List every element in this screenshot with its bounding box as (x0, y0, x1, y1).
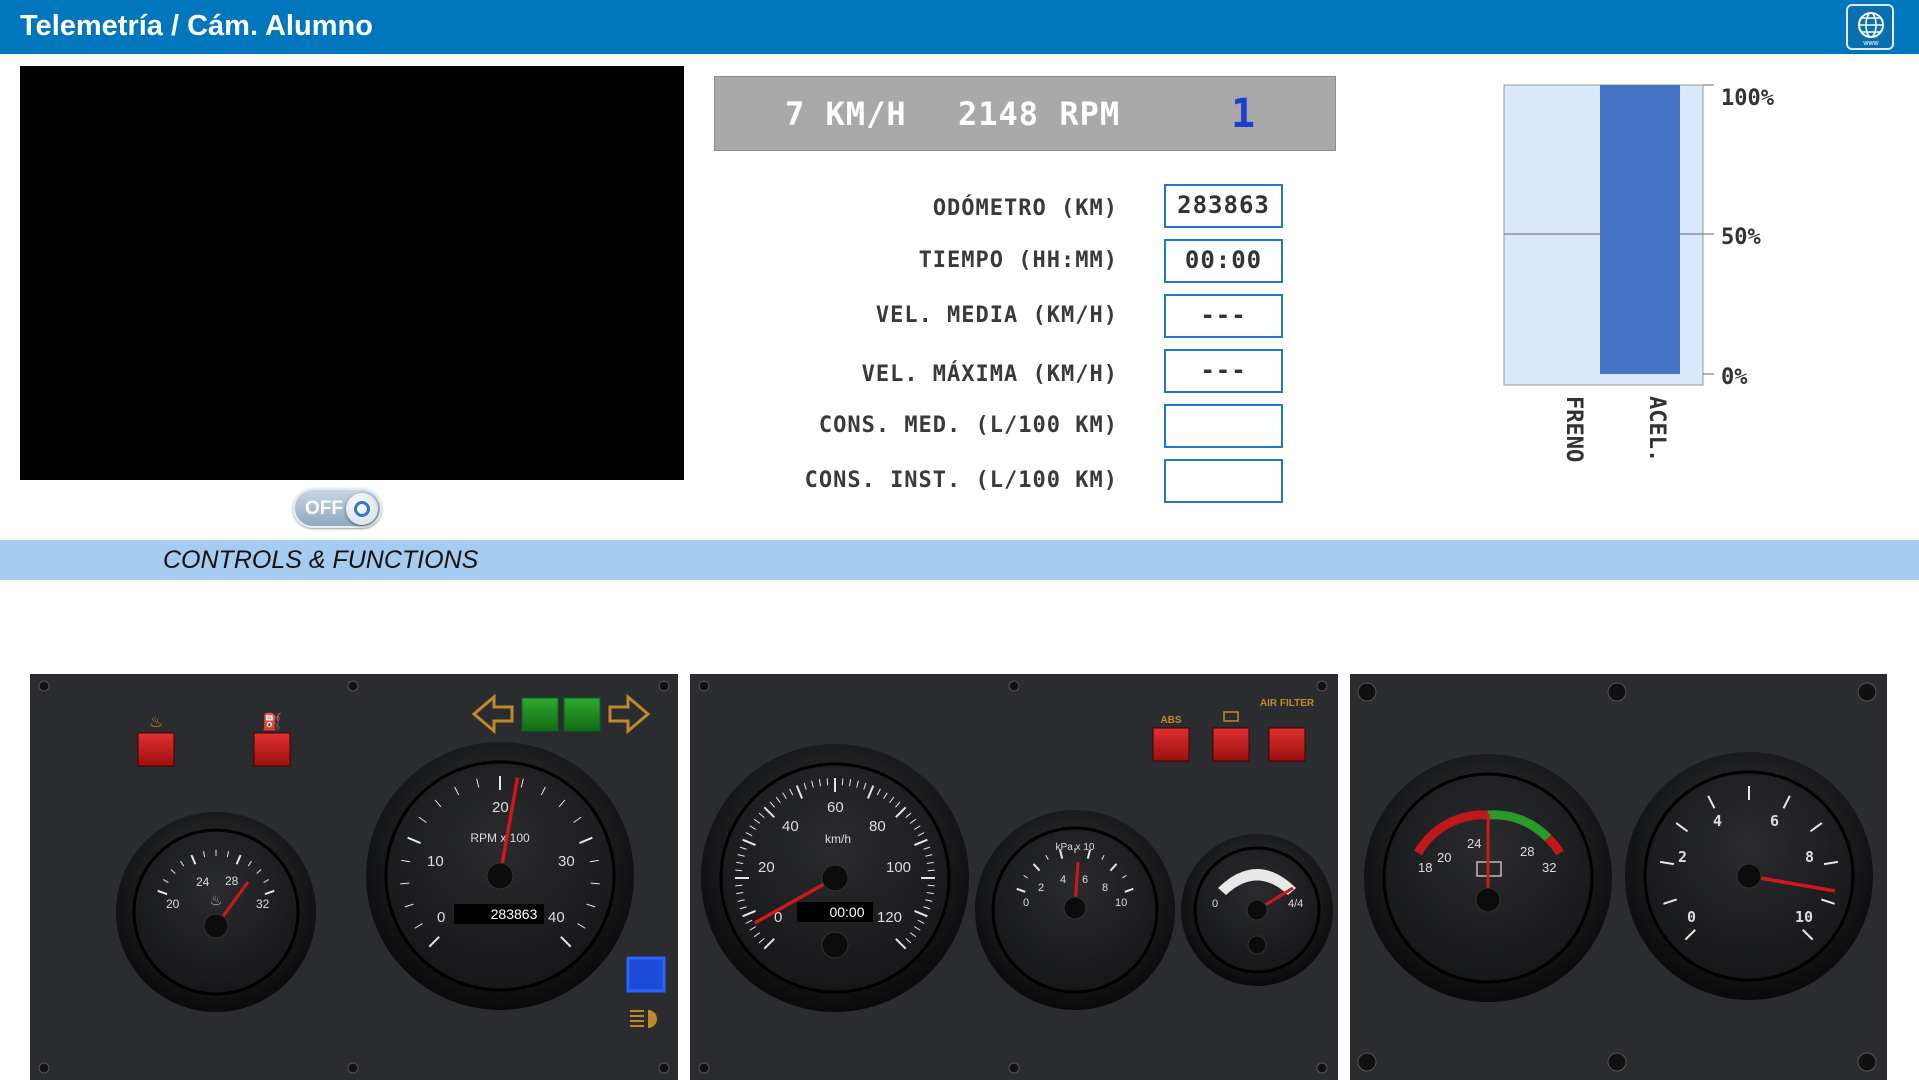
rpm-tick-0: 0 (437, 909, 445, 926)
toggle-knob (346, 493, 378, 525)
pedal-tick-0: 0% (1721, 365, 1748, 390)
voltage-tick-32: 32 (1542, 860, 1556, 875)
pressure-gauge: kPa x 10 0 2 4 6 8 10 (975, 810, 1175, 1010)
pressure-tick-2: 2 (1038, 882, 1044, 894)
blue-indicator-light (626, 956, 666, 993)
pedal-tick-50: 50% (1721, 225, 1761, 250)
clock-readout: 00:00 (829, 904, 864, 920)
rpm-gauge: RPM x 100 0 10 20 30 40 283863 (366, 742, 634, 1010)
coolant-warning-icon: ♨ (149, 714, 163, 731)
speed-tick-60: 60 (827, 799, 844, 816)
gauge-tick (927, 869, 935, 872)
fuel-tick-full: 4/4 (1288, 898, 1303, 910)
controls-title: CONTROLS & FUNCTIONS (163, 546, 479, 574)
gauge-tick (590, 882, 600, 885)
speed-tick-100: 100 (886, 859, 911, 876)
temp-tick-20: 20 (166, 897, 180, 911)
speed-label: km/h (825, 832, 851, 846)
pressure-tick-8: 8 (1102, 882, 1108, 894)
stat-label-avg-consumption: CONS. MED. (L/100 KM) (818, 413, 1118, 438)
pedal-label-freno: FRENO (1561, 396, 1586, 462)
telemetry-page: Telemetría / Cám. Alumno www OFF 7 KM/H … (0, 0, 1919, 1080)
voltage-tick-28: 28 (1520, 844, 1534, 859)
gauge-tick (735, 884, 743, 887)
gauge-tick (400, 882, 410, 885)
voltage-tick-18: 18 (1418, 860, 1432, 875)
gauge-tick (927, 884, 935, 887)
pressure-label: kPa x 10 (1056, 842, 1095, 853)
stat-value-avg-consumption (1164, 404, 1283, 448)
stat-value-max-speed: --- (1164, 349, 1283, 393)
rpm-readout: 2148 RPM (958, 95, 1121, 133)
gauge-tick (841, 778, 844, 786)
rpm-tick-10: 10 (427, 853, 444, 870)
stat-label-max-speed: VEL. MÁXIMA (KM/H) (861, 362, 1118, 387)
pedal-label-acel: ACEL. (1644, 396, 1669, 462)
gear-readout: 1 (1231, 91, 1256, 137)
aux-gauge: 0 2 4 6 8 10 (1625, 752, 1873, 1000)
pressure-tick-0: 0 (1023, 897, 1029, 909)
title-bar: Telemetría / Cám. Alumno www (0, 0, 1919, 54)
aux-tick-4: 4 (1713, 812, 1722, 830)
web-label: www (1862, 40, 1879, 46)
speed-gauge: km/h 0 20 40 60 80 100 120 00:00 (701, 744, 969, 1012)
stat-value-avg-speed: --- (1164, 294, 1283, 338)
speed-tick-80: 80 (869, 818, 886, 835)
gauge-tick (735, 869, 743, 872)
speed-tick-120: 120 (877, 909, 902, 926)
temp-gauge: 20 24 28 32 ♨ (116, 812, 316, 1012)
camera-toggle-label: OFF (305, 498, 343, 519)
air-filter-label: AIR FILTER (1260, 698, 1315, 709)
stat-label-avg-speed: VEL. MEDIA (KM/H) (875, 303, 1118, 328)
voltage-gauge: 18 20 24 28 32 (1364, 754, 1612, 1002)
gauge-tick (826, 778, 829, 786)
stat-label-odometer: ODÓMETRO (KM) (932, 196, 1118, 221)
pressure-tick-10: 10 (1115, 897, 1127, 909)
stat-label-inst-consumption: CONS. INST. (L/100 KM) (804, 468, 1118, 493)
stat-label-time: TIEMPO (HH:MM) (918, 248, 1118, 273)
voltage-tick-20: 20 (1437, 850, 1451, 865)
pedal-chart: 100% 50% 0% FRENO ACEL. (1503, 84, 1775, 462)
camera-view (20, 66, 684, 480)
turn-light-left (521, 697, 559, 732)
fuel-gauge: 0 4/4 (1181, 834, 1333, 986)
aux-tick-2: 2 (1678, 848, 1687, 866)
globe-icon: www (1858, 12, 1884, 46)
odometer-readout: 283863 (491, 906, 538, 922)
fuel-tick-empty: 0 (1212, 898, 1218, 910)
speed-tick-20: 20 (758, 859, 775, 876)
rpm-tick-20: 20 (492, 799, 509, 816)
stat-value-inst-consumption (1164, 459, 1283, 503)
temp-tick-24: 24 (196, 875, 210, 889)
rpm-tick-30: 30 (558, 853, 575, 870)
abs-label: ABS (1160, 715, 1181, 726)
controls-header: CONTROLS & FUNCTIONS (0, 540, 1919, 580)
speed-readout: 7 KM/H (785, 95, 907, 133)
temp-tick-32: 32 (256, 897, 270, 911)
temp-tick-28: 28 (225, 874, 239, 888)
turn-light-right (563, 697, 601, 732)
pressure-tick-6: 6 (1082, 874, 1088, 886)
dashboard: ♨ ⛽ 20 24 28 32 ♨ RPM x 100 0 10 20 30 4… (30, 674, 1887, 1080)
oil-warning-icon: ⛽ (262, 712, 282, 731)
speed-display: 7 KM/H 2148 RPM 1 (714, 76, 1336, 151)
camera-toggle[interactable]: OFF (293, 488, 382, 528)
page-title: Telemetría / Cám. Alumno (20, 10, 373, 42)
rpm-tick-40: 40 (548, 909, 565, 926)
voltage-tick-24: 24 (1467, 836, 1481, 851)
pedal-tick-100: 100% (1721, 86, 1775, 111)
aux-tick-6: 6 (1770, 812, 1779, 830)
stat-value-odometer: 283863 (1164, 184, 1283, 228)
pressure-tick-4: 4 (1060, 874, 1066, 886)
aux-tick-8: 8 (1805, 848, 1814, 866)
coolant-temp-icon: ♨ (210, 892, 223, 908)
speed-tick-40: 40 (782, 818, 799, 835)
stat-value-time: 00:00 (1164, 239, 1283, 283)
aux-tick-10: 10 (1795, 908, 1813, 926)
web-button[interactable]: www (1846, 4, 1894, 50)
rpm-label: RPM x 100 (470, 831, 530, 845)
bar-acel (1600, 85, 1680, 374)
aux-tick-0: 0 (1687, 908, 1696, 926)
